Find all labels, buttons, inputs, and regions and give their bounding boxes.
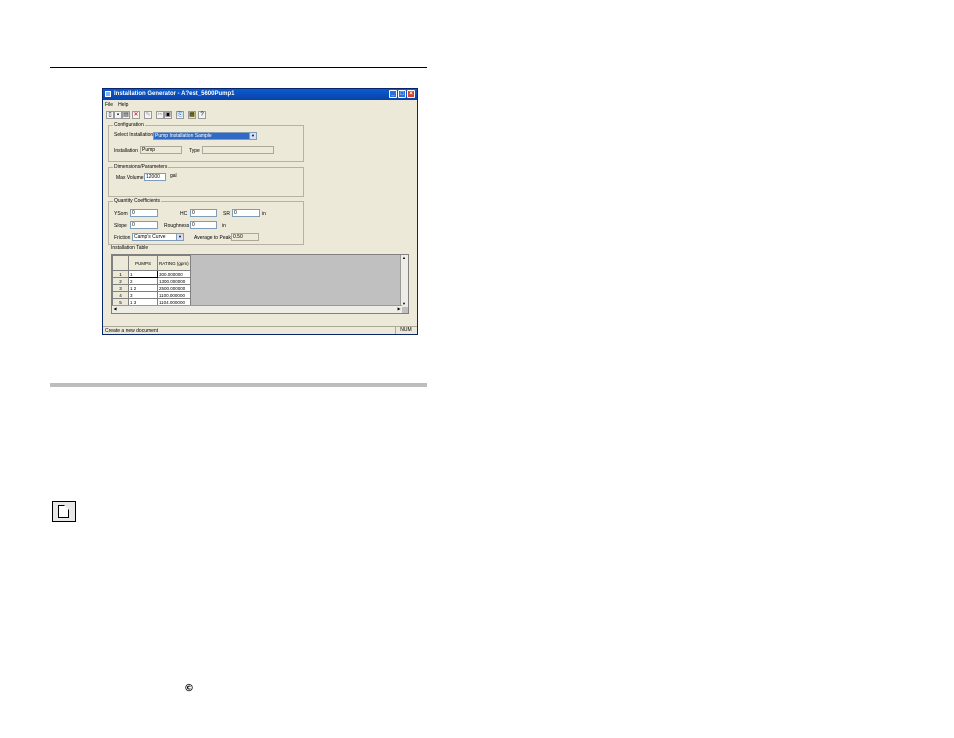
- cell-pumps[interactable]: 1 2: [128, 284, 158, 292]
- chevron-down-icon[interactable]: ▼: [249, 133, 256, 139]
- hc-label: HC: [180, 211, 188, 217]
- edit-icon[interactable]: ✎: [144, 111, 152, 119]
- quantity-label: Quantity Coefficients: [113, 198, 162, 204]
- cell-rating[interactable]: 2500.000000: [157, 284, 191, 292]
- print-icon[interactable]: ▤: [122, 111, 130, 119]
- ysom-label: YSom: [114, 211, 128, 217]
- table: PUMPS RATING (gpm) 1 1 300.000000 2 2 13…: [112, 255, 191, 306]
- app-window: Installation Generator - A?est_5600Pump1…: [102, 88, 418, 335]
- dimensions-group: Dimensions/Parameters Max Volume 12000 g…: [108, 164, 304, 197]
- column-header-rating[interactable]: RATING (gpm): [157, 255, 191, 271]
- friction-dropdown[interactable]: Camp's Curve ▼: [132, 233, 184, 241]
- quantity-group: Quantity Coefficients YSom 0 HC 0 SR 0 i…: [108, 198, 304, 245]
- paste-icon[interactable]: ⎘: [176, 111, 184, 119]
- row-number: 4: [112, 291, 129, 299]
- top-rule: [50, 67, 427, 68]
- app-icon: [105, 91, 111, 97]
- table-row[interactable]: 3 1 2 2500.000000: [112, 284, 191, 292]
- roughness-label: Roughness: [164, 223, 190, 229]
- installation-table[interactable]: PUMPS RATING (gpm) 1 1 300.000000 2 2 13…: [111, 254, 409, 314]
- menu-help[interactable]: Help: [118, 102, 128, 108]
- status-bar: Create a new document NUM: [103, 326, 417, 335]
- select-installation-dropdown[interactable]: Pump Installation Sample ▼: [153, 132, 257, 140]
- sr-input[interactable]: 0: [232, 209, 260, 217]
- hc-input[interactable]: 0: [190, 209, 217, 217]
- table-row[interactable]: 1 1 300.000000: [112, 270, 191, 278]
- friction-value: Camp's Curve: [134, 234, 166, 240]
- installation-label: Installation: [114, 148, 138, 154]
- title-bar: Installation Generator - A?est_5600Pump1…: [103, 89, 417, 100]
- section-divider: [50, 383, 427, 387]
- cell-rating[interactable]: 1300.000000: [157, 277, 191, 285]
- cut-icon[interactable]: ✂: [156, 111, 164, 119]
- copy-icon[interactable]: ▣: [164, 111, 172, 119]
- maximize-button[interactable]: □: [398, 90, 406, 98]
- installation-field: Pump: [140, 146, 182, 154]
- num-indicator: NUM: [395, 327, 416, 334]
- scroll-left-icon[interactable]: ◀: [112, 306, 118, 312]
- calculator-icon[interactable]: ▦: [188, 111, 196, 119]
- configuration-group: Configuration Select Installation Pump I…: [108, 122, 304, 162]
- row-number: 2: [112, 277, 129, 285]
- type-field: [202, 146, 274, 154]
- window-title: Installation Generator - A?est_5600Pump1: [114, 91, 235, 97]
- row-number: 1: [112, 270, 129, 278]
- max-volume-unit: gal: [170, 173, 177, 179]
- slope-input[interactable]: 0: [130, 221, 158, 229]
- table-row[interactable]: 4 3 1100.000000: [112, 291, 191, 299]
- roughness-unit: in: [222, 223, 226, 229]
- corner-cell: [112, 255, 129, 271]
- configuration-label: Configuration: [113, 122, 145, 128]
- select-installation-label: Select Installation: [114, 132, 154, 138]
- avg-peak-field: 0.50: [231, 233, 259, 241]
- installation-table-label: Installation Table: [110, 245, 150, 251]
- cell-rating[interactable]: 300.000000: [157, 270, 191, 278]
- ysom-input[interactable]: 0: [130, 209, 158, 217]
- horizontal-scrollbar[interactable]: ◀ ▶: [112, 305, 402, 313]
- save-icon[interactable]: ▪: [114, 111, 122, 119]
- menu-file[interactable]: File: [105, 102, 113, 108]
- vertical-scrollbar[interactable]: ▲ ▼: [400, 255, 408, 307]
- type-label: Type: [189, 148, 200, 154]
- roughness-input[interactable]: 0: [190, 221, 217, 229]
- new-document-icon: [52, 501, 76, 522]
- scroll-up-icon[interactable]: ▲: [401, 255, 407, 261]
- select-installation-value: Pump Installation Sample: [154, 133, 249, 139]
- table-row[interactable]: 2 2 1300.000000: [112, 277, 191, 285]
- help-icon[interactable]: ?: [198, 111, 206, 119]
- status-text: Create a new document: [105, 328, 159, 334]
- delete-icon[interactable]: ✕: [132, 111, 140, 119]
- page-fold: [64, 505, 69, 510]
- column-header-pumps[interactable]: PUMPS: [128, 255, 158, 271]
- max-volume-label: Max Volume: [116, 175, 144, 181]
- sr-unit: in: [262, 211, 266, 217]
- row-number: 3: [112, 284, 129, 292]
- new-icon[interactable]: ▯: [106, 111, 114, 119]
- max-volume-input[interactable]: 12000: [144, 173, 166, 181]
- sr-label: SR: [223, 211, 230, 217]
- minimize-button[interactable]: _: [389, 90, 397, 98]
- avg-peak-label: Average to Peak: [194, 235, 231, 241]
- close-button[interactable]: ×: [407, 90, 415, 98]
- copyright-mark: ©: [184, 683, 194, 694]
- cell-pumps[interactable]: 3: [128, 291, 158, 299]
- cell-pumps[interactable]: 2: [128, 277, 158, 285]
- chevron-down-icon[interactable]: ▼: [176, 234, 183, 240]
- slope-label: Slope: [114, 223, 127, 229]
- menu-bar: File Help: [105, 102, 133, 108]
- cell-pumps[interactable]: 1: [128, 270, 158, 278]
- dimensions-label: Dimensions/Parameters: [113, 164, 169, 170]
- cell-rating[interactable]: 1100.000000: [157, 291, 191, 299]
- scroll-right-icon[interactable]: ▶: [396, 306, 402, 312]
